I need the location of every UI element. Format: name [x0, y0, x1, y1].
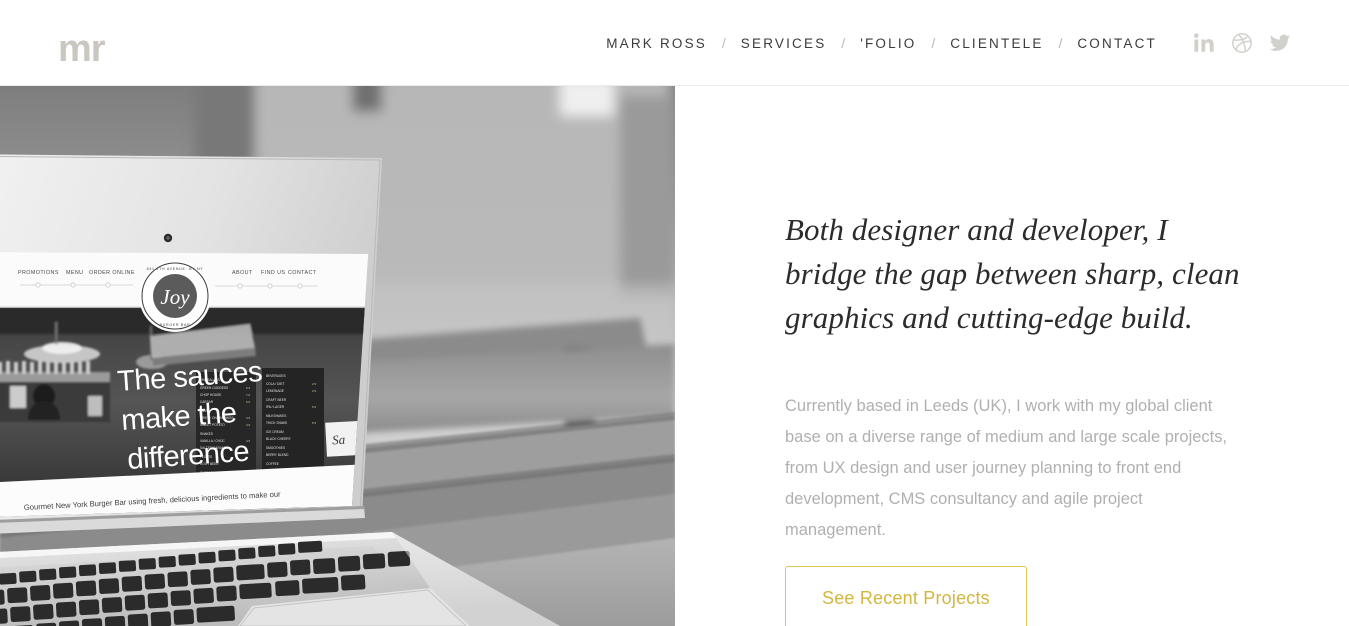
svg-text:CRAFT BEER: CRAFT BEER	[266, 398, 287, 402]
header-right-cluster: MARK ROSS / SERVICES / 'FOLIO / CLIENTEL…	[606, 0, 1291, 86]
svg-text:BURGER BAR: BURGER BAR	[160, 323, 191, 327]
hero-photograph: PROMOTIONS MENU ORDER ONLINE ABOUT FIND …	[0, 86, 675, 626]
svg-text:MILKSHAKES: MILKSHAKES	[266, 414, 286, 418]
hero-content: Both designer and developer, I bridge th…	[675, 86, 1349, 626]
svg-text:2.5: 2.5	[312, 389, 317, 393]
hero-body-copy: Currently based in Leeds (UK), I work wi…	[785, 397, 1228, 539]
laptop-screen-content: PROMOTIONS MENU ORDER ONLINE ABOUT FIND …	[0, 252, 372, 518]
social-links	[1193, 32, 1291, 54]
svg-text:4.0: 4.0	[246, 423, 251, 427]
nav-separator: /	[841, 35, 846, 51]
site-logo[interactable]: mr	[58, 30, 106, 68]
joy-logo-badge: Joy 841 6TH AVENUE, NY NY BURGER BAR	[139, 260, 211, 332]
nav-item-clientele[interactable]: CLIENTELE	[950, 32, 1043, 55]
svg-text:ABOUT: ABOUT	[232, 270, 253, 276]
svg-text:BERRY BLEND: BERRY BLEND	[266, 453, 289, 457]
svg-text:MENU: MENU	[66, 270, 83, 276]
hero-photo-svg: PROMOTIONS MENU ORDER ONLINE ABOUT FIND …	[0, 86, 675, 626]
svg-text:3.5: 3.5	[246, 416, 251, 420]
svg-text:THICK SHAKE: THICK SHAKE	[266, 421, 287, 425]
svg-text:BEVERAGES: BEVERAGES	[266, 374, 286, 378]
svg-text:PROMOTIONS: PROMOTIONS	[18, 270, 59, 276]
svg-text:IPA / LAGER: IPA / LAGER	[266, 405, 285, 409]
svg-text:CHOP HOUSE: CHOP HOUSE	[200, 393, 221, 397]
nav-item-services[interactable]: SERVICES	[741, 32, 827, 55]
twitter-icon[interactable]	[1269, 32, 1291, 54]
svg-text:5.5: 5.5	[312, 421, 317, 425]
svg-text:SHAKES: SHAKES	[200, 432, 213, 436]
svg-text:5.0: 5.0	[312, 405, 317, 409]
nav-item-folio[interactable]: 'FOLIO	[860, 32, 916, 55]
nav-separator: /	[1058, 35, 1063, 51]
svg-text:COLA / DIET: COLA / DIET	[266, 382, 284, 386]
linkedin-icon[interactable]	[1193, 32, 1215, 54]
svg-text:6.0: 6.0	[246, 400, 251, 404]
svg-text:Sa: Sa	[332, 432, 346, 448]
svg-text:2.5: 2.5	[312, 382, 317, 386]
svg-text:Joy: Joy	[160, 285, 190, 309]
nav-item-contact[interactable]: CONTACT	[1077, 32, 1157, 55]
hero-headline: Both designer and developer, I bridge th…	[785, 212, 1240, 335]
svg-text:CONTACT: CONTACT	[288, 270, 317, 276]
svg-text:ORDER ONLINE: ORDER ONLINE	[89, 270, 135, 276]
nav-separator: /	[931, 35, 936, 51]
svg-text:LEMONADE: LEMONADE	[266, 389, 284, 393]
svg-text:841 6TH AVENUE, NY NY: 841 6TH AVENUE, NY NY	[147, 267, 204, 271]
see-recent-projects-button[interactable]: See Recent Projects	[785, 566, 1027, 626]
site-header: mr MARK ROSS / SERVICES / 'FOLIO / CLIEN…	[0, 0, 1349, 86]
nav-item-mark-ross[interactable]: MARK ROSS	[606, 32, 707, 55]
svg-text:7.0: 7.0	[246, 393, 251, 397]
svg-text:SMOOTHIES: SMOOTHIES	[266, 446, 285, 450]
svg-text:ICE CREAM: ICE CREAM	[266, 430, 284, 434]
main-navigation: MARK ROSS / SERVICES / 'FOLIO / CLIENTEL…	[606, 32, 1157, 55]
nav-separator: /	[722, 35, 726, 51]
dribbble-icon[interactable]	[1231, 32, 1253, 54]
page-root: mr MARK ROSS / SERVICES / 'FOLIO / CLIEN…	[0, 0, 1349, 626]
svg-text:BLACK CHERRY: BLACK CHERRY	[266, 437, 292, 441]
svg-text:COFFEE: COFFEE	[266, 462, 279, 466]
svg-text:FIND US: FIND US	[261, 270, 285, 276]
